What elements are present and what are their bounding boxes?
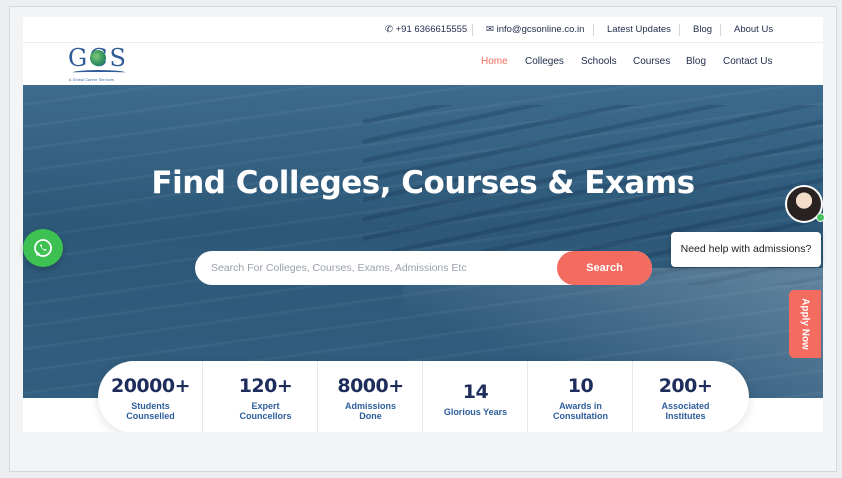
- nav-item-contact-us[interactable]: Contact Us: [723, 56, 772, 70]
- globe-icon: [90, 50, 106, 66]
- email-address: info@gcsonline.co.in: [496, 24, 585, 35]
- stat-label-line2: Counselled: [126, 411, 175, 421]
- stat-label-line1: Associated: [661, 401, 710, 411]
- topbar-link-latest-updates[interactable]: Latest Updates: [607, 17, 671, 43]
- whatsapp-button[interactable]: [23, 229, 63, 267]
- online-status-indicator: [816, 213, 825, 222]
- divider: [720, 24, 721, 36]
- stat-label-line2: Done: [359, 411, 382, 421]
- nav-item-home[interactable]: Home: [481, 56, 508, 70]
- nav-item-blog[interactable]: Blog: [686, 56, 706, 70]
- topbar-link-about-us[interactable]: About Us: [734, 17, 773, 43]
- email-link[interactable]: ✉ info@gcsonline.co.in: [486, 17, 584, 43]
- mail-icon: ✉: [486, 24, 494, 35]
- site-logo[interactable]: GCS A Global Career Services: [67, 44, 129, 86]
- stat-value: 14: [462, 381, 489, 403]
- divider: [593, 24, 594, 36]
- top-bar: ✆ +91 6366615555 ✉ info@gcsonline.co.in …: [23, 17, 823, 43]
- divider: [472, 24, 473, 36]
- stat-value: 8000+: [337, 375, 404, 397]
- stat-label: Awards in Consultation: [528, 401, 633, 421]
- stat-label: Associated Institutes: [633, 401, 738, 421]
- stat-admissions-done: 8000+ Admissions Done: [318, 361, 423, 432]
- stat-students-counselled: 20000+ Students Counselled: [98, 361, 203, 432]
- stat-glorious-years: 14 Glorious Years: [423, 361, 528, 432]
- stat-label-line1: Awards in: [559, 401, 602, 411]
- divider: [202, 361, 203, 432]
- page: ✆ +91 6366615555 ✉ info@gcsonline.co.in …: [23, 17, 823, 432]
- stats-bar: 20000+ Students Counselled 120+ Expert Cou…: [98, 361, 749, 432]
- stat-label-line1: Admissions: [344, 401, 396, 411]
- apply-now-label: Apply Now: [799, 298, 811, 350]
- stat-label: Glorious Years: [423, 407, 528, 417]
- search-bar: Search: [195, 251, 652, 285]
- phone-number: +91 6366615555: [395, 24, 468, 35]
- stat-label-line2: Consultation: [553, 411, 608, 421]
- stat-value: 200+: [658, 375, 713, 397]
- stat-value: 20000+: [110, 375, 191, 397]
- search-input[interactable]: [211, 251, 551, 285]
- stat-value: 120+: [238, 375, 293, 397]
- phone-icon: ✆: [385, 24, 393, 35]
- stat-label: Students Counselled: [98, 401, 203, 421]
- stat-label-line2: Institutes: [665, 411, 706, 421]
- nav-item-schools[interactable]: Schools: [581, 56, 617, 70]
- phone-link[interactable]: ✆ +91 6366615555: [385, 17, 467, 43]
- stat-associated-institutes: 200+ Associated Institutes: [633, 361, 738, 432]
- whatsapp-icon: [34, 239, 52, 257]
- logo-tagline: A Global Career Services: [69, 78, 115, 82]
- divider: [679, 24, 680, 36]
- topbar-link-blog[interactable]: Blog: [693, 17, 712, 43]
- nav-item-colleges[interactable]: Colleges: [525, 56, 564, 70]
- stat-label-line1: Students: [131, 401, 170, 411]
- stat-label: Expert Councellors: [213, 401, 318, 421]
- chat-help-bubble[interactable]: Need help with admissions?: [671, 232, 821, 267]
- stat-value: 10: [567, 375, 594, 397]
- search-button[interactable]: Search: [557, 251, 652, 285]
- stat-label-line1: Expert: [251, 401, 280, 411]
- stat-label-line2: Councellors: [239, 411, 292, 421]
- stat-expert-councellors: 120+ Expert Councellors: [213, 361, 318, 432]
- hero-title: Find Colleges, Courses & Exams: [151, 165, 695, 201]
- nav-item-courses[interactable]: Courses: [633, 56, 670, 70]
- stat-label: Admissions Done: [318, 401, 423, 421]
- book-icon: [73, 70, 125, 75]
- apply-now-button[interactable]: Apply Now: [789, 290, 821, 358]
- stat-label-line1: Glorious Years: [443, 407, 508, 417]
- stat-awards: 10 Awards in Consultation: [528, 361, 633, 432]
